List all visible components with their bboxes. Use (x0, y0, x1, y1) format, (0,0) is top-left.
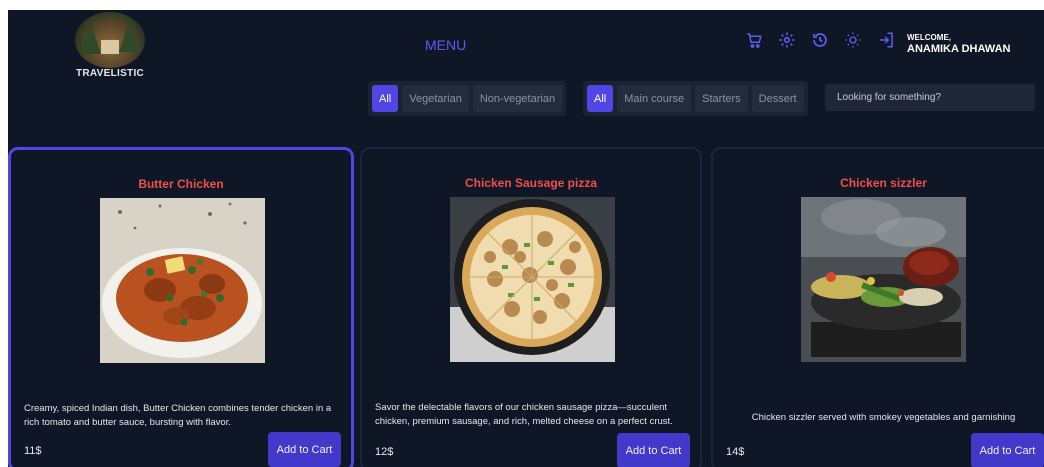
item-description: Savor the delectable flavors of our chic… (375, 402, 673, 427)
welcome-label: WELCOME, (907, 33, 951, 42)
item-price: 14$ (726, 446, 745, 458)
item-image (801, 197, 966, 362)
add-to-cart-button[interactable]: Add to Cart (971, 433, 1044, 467)
item-image (100, 198, 265, 363)
history-icon[interactable] (810, 30, 830, 50)
user-greeting: WELCOME, ANAMIKA DHAWAN (907, 33, 1011, 55)
item-name: Butter Chicken (138, 177, 224, 191)
user-name: ANAMIKA DHAWAN (907, 42, 1011, 55)
brand-logo[interactable]: TRAVELISTIC (70, 12, 150, 79)
item-price: 12$ (375, 446, 394, 458)
item-name: Chicken Sausage pizza (464, 176, 598, 190)
diet-filter-group: All Vegetarian Non-vegetarian (368, 81, 567, 116)
filter-diet-all[interactable]: All (372, 85, 399, 112)
logo-image (75, 12, 145, 68)
logout-icon[interactable] (876, 30, 896, 50)
add-to-cart-button[interactable]: Add to Cart (268, 432, 341, 467)
cart-icon[interactable] (744, 30, 764, 50)
page-title: MENU (425, 37, 467, 53)
menu-item-card[interactable]: Butter Chicken Creamy, spiced Indian dis… (8, 147, 354, 467)
filter-course-all[interactable]: All (587, 85, 614, 112)
item-name: Chicken sizzler (840, 176, 927, 190)
filter-diet-vegetarian[interactable]: Vegetarian (402, 85, 469, 112)
brand-name: TRAVELISTIC (75, 68, 145, 79)
item-image (450, 197, 615, 362)
filter-course-main[interactable]: Main course (617, 85, 692, 112)
app-window: TRAVELISTIC MENU WELCOME, ANAMIKA DHAWAN… (8, 10, 1044, 467)
gear-icon[interactable] (777, 30, 797, 50)
search-input[interactable]: Looking for something? (825, 84, 1035, 111)
filter-course-starters[interactable]: Starters (695, 85, 748, 112)
menu-item-card[interactable]: Chicken Sausage pizza Savor the delectab… (360, 147, 702, 467)
sun-icon[interactable] (843, 30, 863, 50)
course-filter-group: All Main course Starters Dessert (583, 81, 808, 116)
header-actions (744, 30, 896, 50)
item-description: Chicken sizzler served with smokey veget… (751, 412, 1016, 423)
add-to-cart-button[interactable]: Add to Cart (617, 433, 690, 467)
filter-course-dessert[interactable]: Dessert (751, 85, 804, 112)
item-price: 11$ (24, 445, 42, 457)
menu-item-card[interactable]: Chicken sizzler Chicken sizzler served w… (711, 147, 1044, 467)
filter-diet-non-vegetarian[interactable]: Non-vegetarian (472, 85, 563, 112)
item-description: Creamy, spiced Indian dish, Butter Chick… (24, 403, 332, 428)
